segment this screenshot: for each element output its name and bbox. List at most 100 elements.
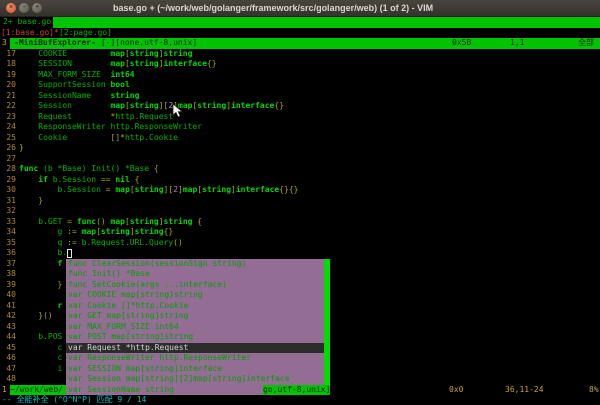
code-text: } [19,280,62,291]
line-number: 28 [0,164,16,175]
code-line: 19 MAX_FORM_SIZE int64 [0,70,600,81]
code-text: Cookie []*http.Cookie [19,133,178,144]
code-line: 30 b.Session = map[string][2]map[string]… [0,185,600,196]
code-text: Session map[string][2]map[string]interfa… [19,101,284,112]
completion-item[interactable]: var Session map[string][2]map[string]int… [66,374,330,385]
tab-label[interactable]: 2+ base.go [3,17,51,28]
text-cursor [67,249,72,258]
completion-item[interactable]: var SESSION map[string]interface [66,364,330,375]
code-line: 25 Cookie []*http.Cookie [0,133,600,144]
code-line: 20 SupportSession bool [0,80,600,91]
maximize-icon[interactable]: + [32,3,42,13]
code-line: 28func (b *Base) Init() *Base { [0,164,600,175]
code-text: } [19,143,24,154]
buffer-list: [1:base.go]* [2:page.go] [0,28,600,39]
code-text: b. [19,248,67,259]
code-text: Request *http.Request [19,112,173,123]
line-number: 44 [0,332,16,343]
code-line: 22 Session map[string][2]map[string]inte… [0,101,600,112]
code-text: b.GET = func() map[string]string { [19,217,202,228]
completion-item[interactable]: var MAX_FORM_SIZE int64 [66,322,330,333]
mouse-cursor [172,103,184,119]
buffer-number: 3 [2,38,7,49]
completion-item[interactable]: func Init() *Base [66,269,330,280]
statusline-name: -MiniBufExplorer- [14,38,96,49]
line-number: 26 [0,143,16,154]
line-number: 37 [0,259,16,270]
line-number: 30 [0,185,16,196]
code-text: SESSION map[string]interface{} [19,59,217,70]
completion-item[interactable]: var Request *http.Request [66,343,330,354]
code-text: if b.Session == nil { [19,175,139,186]
code-text: COOKIE map[string]string [19,49,192,60]
buffer-number: 1 [2,385,7,396]
code-text: r [19,301,62,312]
line-number: 42 [0,311,16,322]
code-text: c [19,353,62,364]
completion-item[interactable]: var GET map[string]string [66,311,330,322]
code-line: 17 COOKIE map[string]string [0,49,600,60]
code-text: b.Session = map[string][2]map[string]int… [19,185,298,196]
statusline-fileinfo: go,utf-8,unix] [263,385,330,396]
window-titlebar: × − + base.go + (~/work/web/golanger/fra… [0,0,600,17]
buffer-tab-base-go[interactable]: [1:base.go]* [1,28,59,39]
close-icon[interactable]: × [6,3,16,13]
line-number: 41 [0,301,16,312]
minimize-icon[interactable]: − [19,3,29,13]
code-text: SessionName string [19,91,139,102]
code-text: f [19,259,62,270]
code-line: 24 ResponseWriter http.ResponseWriter [0,122,600,133]
line-number: 31 [0,196,16,207]
statusline-scroll: 8% [589,385,599,396]
line-number: 21 [0,91,16,102]
buffer-tab-page-go[interactable]: [2:page.go] [59,28,112,39]
line-number: 33 [0,217,16,228]
line-number: 19 [0,70,16,81]
statusline-scroll: 全部 [578,38,594,49]
code-line: 26} [0,143,600,154]
line-number: 20 [0,80,16,91]
completion-item[interactable]: var POST map[string]string [66,332,330,343]
line-number: 29 [0,175,16,186]
window-title: base.go + (~/work/web/golanger/framework… [113,3,433,13]
code-line: 34 g := map[string]string{} [0,227,600,238]
statusline-path: ~/work/web/ [10,385,63,396]
line-number: 39 [0,280,16,291]
minibuf-statusline: 3 -MiniBufExplorer- [-][none,utf-8,unix]… [0,38,600,49]
completion-item[interactable]: var Cookie []*http.Cookie [66,301,330,312]
statusline-flags: [-][none,utf-8,unix] [96,38,197,49]
line-number: 40 [0,290,16,301]
completion-item[interactable]: var SessionName string [66,385,263,396]
line-number: 18 [0,59,16,70]
line-number: 24 [0,122,16,133]
statusline-position: 36,11-24 [505,385,544,396]
code-text: g := map[string]string{} [19,227,173,238]
code-text: func (b *Base) Init() *Base { [19,164,159,175]
code-line: 32 [0,206,600,217]
completion-item[interactable]: func SetCookie(args ...interface) [66,280,330,291]
statusline-hex: 0x0 [449,385,463,396]
completion-item[interactable]: var COOKIE map[string]string [66,290,330,301]
code-text: } [19,196,43,207]
code-line: 18 SESSION map[string]interface{} [0,59,600,70]
code-line: 29 if b.Session == nil { [0,175,600,186]
line-number: 25 [0,133,16,144]
completion-item[interactable]: func ClearSession(sessionSign string) [66,259,330,270]
statusline-hex: 0x5B [452,38,471,49]
code-text: SupportSession bool [19,80,130,91]
line-number: 45 [0,343,16,354]
popup-scrollbar-thumb[interactable] [324,259,330,385]
code-text: q := b.Request.URL.Query() [19,238,183,249]
statusline-position: 1,1 [510,38,524,49]
completion-item[interactable]: var ResponseWriter http.ResponseWriter [66,353,330,364]
line-number: 35 [0,238,16,249]
line-number: 46 [0,353,16,364]
code-text: }() [19,311,53,322]
vim-terminal-window: × − + base.go + (~/work/web/golanger/fra… [0,0,600,405]
line-number: 36 [0,248,16,259]
line-number: 17 [0,49,16,60]
code-text: b.POS [19,332,62,343]
code-line: 33 b.GET = func() map[string]string { [0,217,600,228]
line-number: 23 [0,112,16,123]
code-line: 27 [0,154,600,165]
